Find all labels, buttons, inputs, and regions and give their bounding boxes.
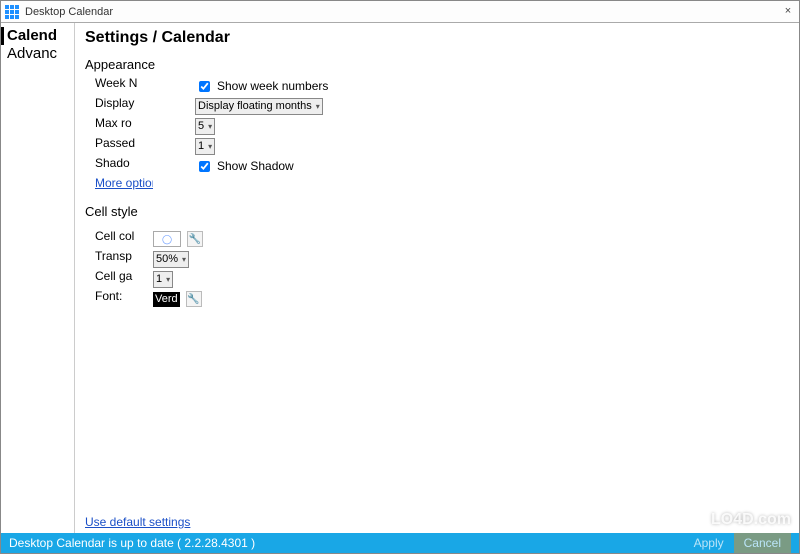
chevron-down-icon: ▾	[316, 102, 320, 111]
font-settings-button[interactable]: 🔧	[186, 291, 202, 307]
main-panel: Settings / Calendar Appearance Week N Di…	[75, 23, 799, 533]
show-shadow-checkbox[interactable]	[199, 161, 210, 172]
cell-gap-select[interactable]: 1 ▾	[153, 271, 173, 288]
sidebar: Calend Advanc	[1, 23, 75, 533]
appearance-labels: Week N Display Max ro Passed Shado More …	[95, 76, 153, 196]
chevron-down-icon: ▾	[182, 255, 186, 264]
passed-select[interactable]: 1 ▾	[195, 138, 215, 155]
sidebar-item-advanced[interactable]: Advanc	[1, 45, 74, 63]
show-shadow-label: Show Shadow	[217, 159, 294, 173]
label-cell-col: Cell col	[95, 229, 153, 249]
passed-value: 1	[198, 140, 204, 152]
sidebar-item-calendar[interactable]: Calend	[1, 27, 74, 45]
close-button[interactable]: ×	[781, 5, 795, 19]
label-font: Font:	[95, 289, 153, 309]
label-display: Display	[95, 96, 153, 116]
window-title: Desktop Calendar	[25, 6, 781, 18]
cell-color-settings-button[interactable]: 🔧	[187, 231, 203, 247]
appearance-heading: Appearance	[85, 57, 789, 72]
titlebar: Desktop Calendar ×	[1, 1, 799, 23]
appearance-controls: Show week numbers Display floating month…	[195, 76, 328, 176]
font-preview[interactable]: Verd	[153, 292, 180, 307]
window-body: Calend Advanc Settings / Calendar Appear…	[1, 23, 799, 533]
appearance-form: Week N Display Max ro Passed Shado More …	[85, 76, 789, 198]
cellstyle-form: Cell col Transp Cell ga Font: ◯ 🔧 50% ▾	[85, 229, 789, 319]
bottom-link-area: Use default settings	[85, 515, 190, 529]
status-text: Desktop Calendar is up to date ( 2.2.28.…	[9, 536, 255, 550]
show-week-numbers-label: Show week numbers	[217, 79, 328, 93]
apply-button[interactable]: Apply	[684, 533, 734, 553]
label-transp: Transp	[95, 249, 153, 269]
more-options-link[interactable]: More options...	[95, 176, 153, 190]
statusbar: Desktop Calendar is up to date ( 2.2.28.…	[1, 533, 799, 553]
cell-color-swatch[interactable]: ◯	[153, 231, 181, 247]
show-week-numbers-checkbox[interactable]	[199, 81, 210, 92]
label-shado: Shado	[95, 156, 153, 176]
label-week-n: Week N	[95, 76, 153, 96]
cellstyle-heading: Cell style	[85, 204, 789, 219]
cancel-button[interactable]: Cancel	[734, 533, 791, 553]
transparency-value: 50%	[156, 253, 178, 265]
chevron-down-icon: ▾	[208, 142, 212, 151]
max-rows-select[interactable]: 5 ▾	[195, 118, 215, 135]
label-max-ro: Max ro	[95, 116, 153, 136]
label-passed: Passed	[95, 136, 153, 156]
app-window: Desktop Calendar × Calend Advanc Setting…	[0, 0, 800, 554]
display-months-select[interactable]: Display floating months ▾	[195, 98, 323, 115]
cell-gap-value: 1	[156, 273, 162, 285]
label-cell-ga: Cell ga	[95, 269, 153, 289]
transparency-select[interactable]: 50% ▾	[153, 251, 189, 268]
chevron-down-icon: ▾	[166, 275, 170, 284]
max-rows-value: 5	[198, 120, 204, 132]
cellstyle-controls: ◯ 🔧 50% ▾ 1 ▾	[153, 229, 203, 309]
app-icon	[5, 5, 19, 19]
cellstyle-labels: Cell col Transp Cell ga Font:	[95, 229, 153, 309]
use-default-settings-link[interactable]: Use default settings	[85, 515, 190, 529]
chevron-down-icon: ▾	[208, 122, 212, 131]
page-title: Settings / Calendar	[85, 29, 789, 47]
display-months-value: Display floating months	[198, 100, 312, 112]
